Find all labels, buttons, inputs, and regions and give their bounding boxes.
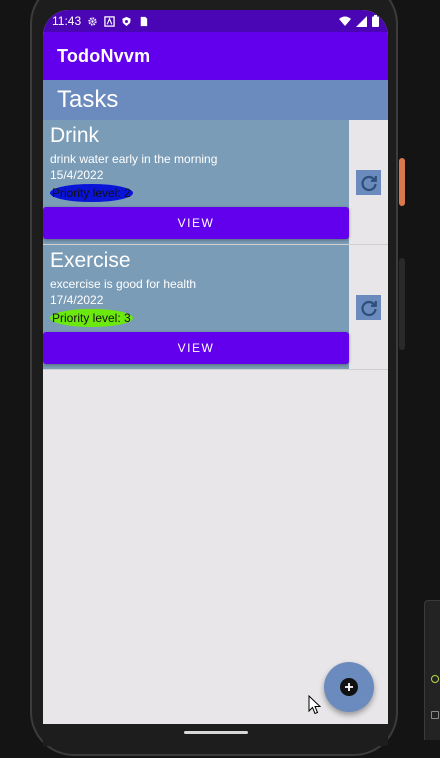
task-description: drink water early in the morning <box>50 152 218 166</box>
a-icon <box>104 15 115 27</box>
battery-icon <box>372 15 379 27</box>
gear-icon <box>88 16 97 26</box>
task-title: Exercise <box>50 249 131 272</box>
task-date: 17/4/2022 <box>50 293 104 307</box>
priority-label: Priority level: 2 <box>52 186 131 200</box>
priority-label: Priority level: 3 <box>52 311 131 325</box>
refresh-icon <box>360 175 377 191</box>
ide-side-panel <box>424 600 440 740</box>
signal-icon <box>356 15 367 27</box>
task-item: Exercise excercise is good for health 17… <box>43 245 388 370</box>
task-item: Drink drink water early in the morning 1… <box>43 120 388 245</box>
navigation-bar <box>43 724 388 746</box>
tasks-header: Tasks <box>43 80 388 120</box>
app-title: TodoNvvm <box>57 45 151 66</box>
volume-button[interactable] <box>399 258 405 350</box>
ide-layout-icon <box>431 711 439 719</box>
priority-badge: Priority level: 3 <box>50 309 133 327</box>
app-bar: TodoNvvm <box>43 32 388 80</box>
task-description: excercise is good for health <box>50 277 197 291</box>
refresh-button[interactable] <box>356 170 381 195</box>
power-button[interactable] <box>399 158 405 206</box>
task-card[interactable]: Exercise excercise is good for health 17… <box>43 245 349 369</box>
priority-badge: Priority level: 2 <box>50 184 133 202</box>
status-bar: 11:43 <box>43 10 388 32</box>
refresh-icon <box>360 300 377 316</box>
home-indicator[interactable] <box>184 731 248 734</box>
add-icon <box>340 678 358 696</box>
tasks-title: Tasks <box>57 86 119 113</box>
task-card[interactable]: Drink drink water early in the morning 1… <box>43 120 349 244</box>
app-screen: 11:43 TodoNvvm Tasks Drink drink water e… <box>43 10 388 724</box>
status-time: 11:43 <box>52 14 82 28</box>
mouse-cursor-icon <box>308 695 322 715</box>
sim-card-icon <box>140 16 148 26</box>
task-date: 15/4/2022 <box>50 168 104 182</box>
add-task-button[interactable] <box>324 662 374 712</box>
shield-icon <box>122 16 131 26</box>
task-title: Drink <box>50 124 100 147</box>
refresh-button[interactable] <box>356 295 381 320</box>
view-button[interactable]: VIEW <box>43 207 349 239</box>
ide-indicator-icon <box>431 675 439 683</box>
view-button[interactable]: VIEW <box>43 332 349 364</box>
wifi-icon <box>339 16 351 26</box>
